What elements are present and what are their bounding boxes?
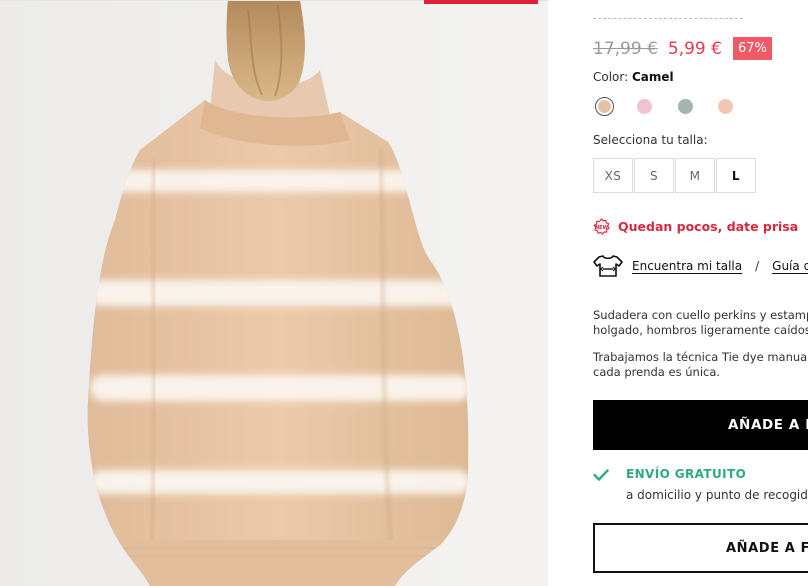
old-price: 17,99 €	[593, 38, 658, 59]
size-option-s[interactable]: S	[634, 158, 674, 193]
add-to-cart-button[interactable]: AÑADE A LA CESTA	[593, 400, 808, 450]
size-option-l[interactable]: L	[716, 158, 756, 193]
description-line: cada prenda es única.	[593, 365, 721, 379]
find-my-size-link[interactable]: Encuentra mi talla	[632, 259, 742, 273]
product-image[interactable]	[0, 0, 548, 586]
size-selector: XS S M L	[593, 158, 757, 193]
product-photo-illustration	[0, 0, 548, 586]
new-badge-text: NEW	[595, 225, 608, 231]
color-label: Color: Camel	[593, 70, 674, 84]
size-option-m[interactable]: M	[675, 158, 715, 193]
tshirt-measure-icon	[593, 255, 623, 277]
size-help-links: Encuentra mi talla / Guía de tallas	[593, 254, 808, 278]
check-icon	[593, 469, 609, 481]
size-label: Selecciona tu talla:	[593, 133, 708, 147]
description-paragraph-1: Sudadera con cuello perkins y estampado …	[593, 308, 808, 338]
description-line: Trabajamos la técnica Tie dye manualment…	[593, 350, 808, 364]
description-paragraph-2: Trabajamos la técnica Tie dye manualment…	[593, 350, 808, 380]
new-badge-icon: NEW	[593, 218, 610, 235]
selected-color-name: Camel	[632, 70, 674, 84]
sale-price: 5,99 €	[667, 38, 722, 59]
link-separator: /	[755, 259, 760, 273]
add-to-cart-label: AÑADE A LA CESTA	[728, 417, 808, 433]
swatch-sage[interactable]	[678, 99, 693, 114]
size-guide-link[interactable]: Guía de tallas	[772, 259, 808, 273]
description-line: Sudadera con cuello perkins y estampado …	[593, 308, 808, 322]
swatch-camel[interactable]	[595, 97, 614, 116]
low-stock-notice: NEW Quedan pocos, date prisa	[593, 218, 798, 235]
add-to-wishlist-label: AÑADE A FAVORITOS	[726, 540, 808, 556]
size-option-xs[interactable]: XS	[593, 158, 633, 193]
active-tab-indicator	[424, 0, 538, 4]
price-row: 17,99 € 5,99 € 67%	[593, 37, 772, 60]
add-to-wishlist-button[interactable]: AÑADE A FAVORITOS	[593, 523, 808, 573]
free-shipping-title: ENVÍO GRATUITO	[626, 467, 747, 481]
discount-badge: 67%	[732, 37, 772, 60]
swatch-peach[interactable]	[718, 99, 733, 114]
dashed-divider	[593, 18, 743, 19]
low-stock-text: Quedan pocos, date prisa	[618, 219, 799, 234]
color-label-text: Color:	[593, 70, 629, 84]
description-line: holgado, hombros ligeramente caídos y pu…	[593, 323, 808, 337]
product-details-panel: 17,99 € 5,99 € 67% Color: Camel Seleccio…	[548, 0, 808, 586]
swatch-pink-tiedye[interactable]	[637, 99, 652, 114]
free-shipping-subtitle: a domicilio y punto de recogida	[626, 488, 808, 502]
